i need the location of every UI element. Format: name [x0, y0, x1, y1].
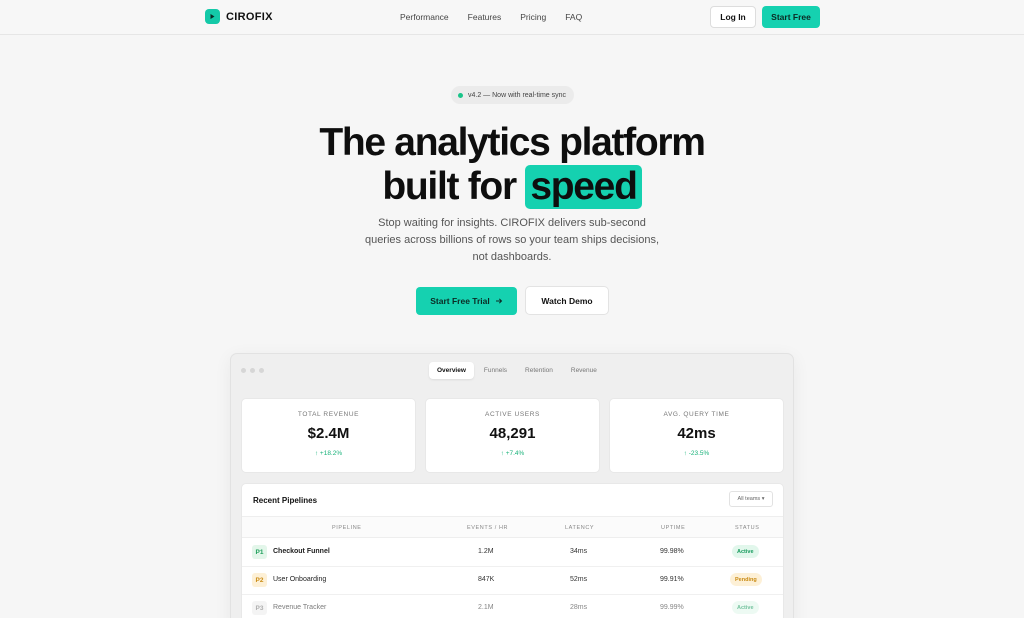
- version-badge-text: v4.2 — Now with real-time sync: [468, 91, 567, 99]
- kpi-delta: ↑ +18.2%: [314, 450, 343, 457]
- events-cell: 847K: [478, 576, 495, 583]
- login-button[interactable]: Log In: [710, 6, 756, 28]
- kpi-delta-value: -23.5%: [688, 450, 710, 457]
- priority-badge: P3: [252, 601, 267, 615]
- status-badge: Active: [732, 545, 759, 558]
- pipelines-title: Recent Pipelines: [253, 496, 318, 505]
- status-badge: Active: [732, 601, 759, 614]
- kpi-label: ACTIVE USERS: [485, 411, 540, 418]
- logo-text: CIROFIX: [226, 10, 273, 23]
- pipelines-table: Recent Pipelines All teams ▾ PIPELINE EV…: [241, 483, 784, 618]
- start-free-trial-label: Start Free Trial: [430, 296, 490, 306]
- window-dot-icon: [250, 368, 255, 373]
- kpi-card-avg-query-time: AVG. QUERY TIME 42ms ↑ -23.5%: [609, 398, 784, 473]
- hero-headline: The analytics platform built for speed: [0, 121, 1024, 209]
- kpi-label: TOTAL REVENUE: [297, 411, 360, 418]
- tab-revenue[interactable]: Revenue: [563, 362, 605, 379]
- kpi-delta: ↑ +7.4%: [500, 450, 525, 457]
- column-header-events: EVENTS / HR: [467, 525, 509, 531]
- priority-badge: P2: [252, 573, 267, 587]
- kpi-value: 48,291: [489, 425, 536, 442]
- kpi-value: 42ms: [677, 425, 716, 442]
- events-cell: 1.2M: [478, 548, 494, 555]
- version-badge[interactable]: v4.2 — Now with real-time sync: [451, 86, 575, 104]
- dashboard-tabs: Overview Funnels Retention Revenue: [429, 362, 607, 379]
- column-header-status: STATUS: [735, 525, 760, 531]
- chevron-down-icon: ▾: [761, 496, 765, 502]
- nav-links: Performance Features Pricing FAQ: [400, 12, 601, 22]
- latency-cell: 34ms: [570, 548, 588, 555]
- column-header-pipeline: PIPELINE: [332, 525, 362, 531]
- kpi-card-total-revenue: TOTAL REVENUE $2.4M ↑ +18.2%: [241, 398, 416, 473]
- tab-retention[interactable]: Retention: [517, 362, 561, 379]
- status-badge: Pending: [730, 573, 762, 586]
- start-free-trial-button[interactable]: Start Free Trial: [416, 287, 517, 315]
- headline-line-1: The analytics platform: [319, 121, 706, 164]
- teams-filter-select[interactable]: All teams ▾: [729, 491, 773, 507]
- table-row[interactable]: P2 User Onboarding 847K 52ms 99.91% Pend…: [242, 567, 783, 595]
- priority-badge: P1: [252, 545, 267, 559]
- uptime-cell: 99.98%: [660, 548, 684, 555]
- headline-highlight: speed: [525, 165, 642, 209]
- headline-line-2: built for speed: [0, 165, 1024, 209]
- headline-line-2-prefix: built for: [382, 165, 517, 208]
- window-dot-icon: [259, 368, 264, 373]
- nav-link-faq[interactable]: FAQ: [565, 12, 582, 22]
- logo-icon: [205, 9, 220, 24]
- status-dot-icon: [458, 92, 463, 98]
- window-dots: [241, 368, 264, 373]
- teams-filter-label: All teams: [737, 496, 761, 502]
- nav-link-features[interactable]: Features: [468, 12, 502, 22]
- watch-demo-button[interactable]: Watch Demo: [525, 286, 609, 315]
- kpi-delta: ↑ -23.5%: [683, 450, 710, 457]
- table-row[interactable]: P1 Checkout Funnel 1.2M 34ms 99.98% Acti…: [242, 539, 783, 567]
- events-cell: 2.1M: [478, 604, 494, 611]
- kpi-value: $2.4M: [307, 425, 350, 442]
- latency-cell: 52ms: [570, 576, 588, 583]
- nav-link-performance[interactable]: Performance: [400, 12, 449, 22]
- latency-cell: 28ms: [570, 604, 588, 611]
- table-header: PIPELINE EVENTS / HR LATENCY UPTIME STAT…: [242, 516, 783, 538]
- logo[interactable]: CIROFIX: [205, 9, 273, 24]
- uptime-cell: 99.91%: [660, 576, 684, 583]
- arrow-right-icon: [495, 298, 502, 304]
- uptime-cell: 99.99%: [660, 604, 684, 611]
- pipeline-name: Revenue Tracker: [273, 604, 327, 611]
- kpi-card-active-users: ACTIVE USERS 48,291 ↑ +7.4%: [425, 398, 600, 473]
- hero-subtext: Stop waiting for insights. CIROFIX deliv…: [364, 217, 660, 263]
- start-free-button[interactable]: Start Free: [762, 6, 820, 28]
- pipeline-name: User Onboarding: [273, 576, 327, 583]
- column-header-latency: LATENCY: [565, 525, 595, 531]
- nav-link-pricing[interactable]: Pricing: [520, 12, 546, 22]
- top-nav: CIROFIX Performance Features Pricing FAQ…: [0, 0, 1024, 35]
- column-header-uptime: UPTIME: [661, 525, 686, 531]
- tab-overview[interactable]: Overview: [429, 362, 474, 379]
- window-dot-icon: [241, 368, 246, 373]
- table-row[interactable]: P3 Revenue Tracker 2.1M 28ms 99.99% Acti…: [242, 595, 783, 618]
- pipeline-name: Checkout Funnel: [273, 548, 330, 555]
- kpi-delta-value: +7.4%: [505, 450, 525, 457]
- kpi-delta-value: +18.2%: [319, 450, 343, 457]
- dashboard-preview: Overview Funnels Retention Revenue TOTAL…: [230, 353, 794, 618]
- tab-funnels[interactable]: Funnels: [476, 362, 515, 379]
- kpi-label: AVG. QUERY TIME: [663, 411, 730, 418]
